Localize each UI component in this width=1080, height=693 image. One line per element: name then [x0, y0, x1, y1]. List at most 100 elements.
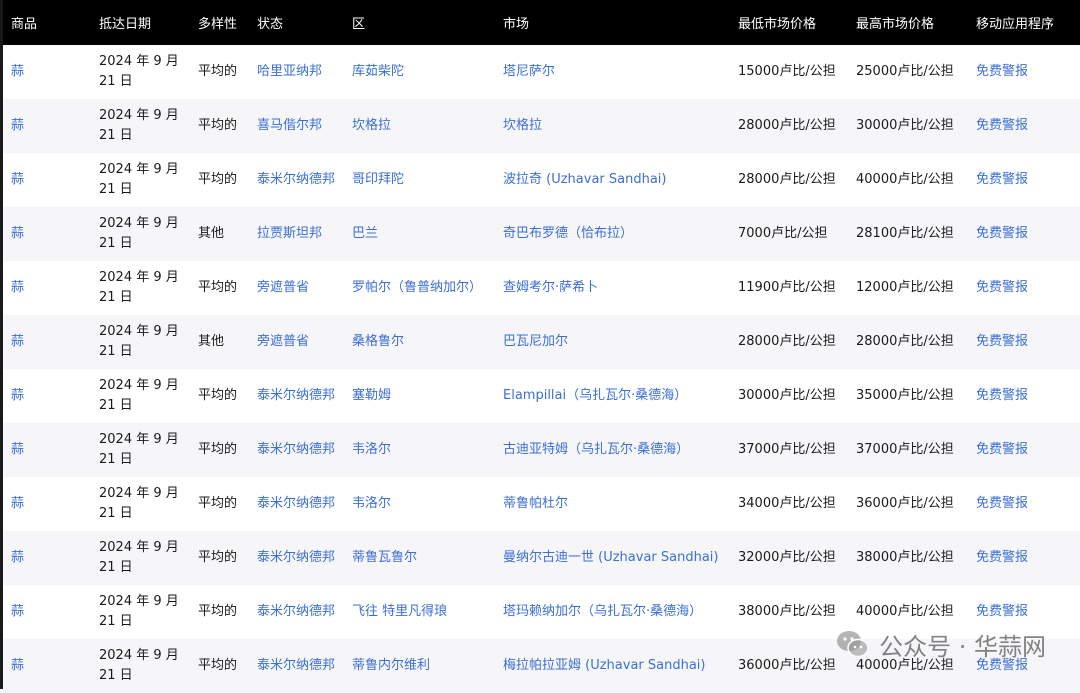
variety-cell: 平均的 — [190, 153, 249, 207]
variety-cell: 其他 — [190, 207, 249, 261]
free-alert-link[interactable]: 免费警报 — [976, 388, 1028, 403]
state-link[interactable]: 泰米尔纳德邦 — [257, 172, 335, 187]
free-alert-link[interactable]: 免费警报 — [976, 118, 1028, 133]
district-link[interactable]: 哥印拜陀 — [352, 172, 404, 187]
commodity-link[interactable]: 蒜 — [11, 226, 24, 241]
state-link[interactable]: 喜马偕尔邦 — [257, 118, 322, 133]
district-link[interactable]: 桑格鲁尔 — [352, 334, 404, 349]
free-alert-link[interactable]: 免费警报 — [976, 172, 1028, 187]
free-alert-link[interactable]: 免费警报 — [976, 442, 1028, 457]
commodity-link[interactable]: 蒜 — [11, 172, 24, 187]
state-link[interactable]: 泰米尔纳德邦 — [257, 550, 335, 565]
arrival-date-text: 21 日 — [99, 668, 133, 683]
market-link[interactable]: 塔玛赖纳加尔（乌扎瓦尔·桑德海） — [503, 604, 702, 619]
district-link[interactable]: 库茹柴陀 — [352, 64, 404, 79]
state-link[interactable]: 泰米尔纳德邦 — [257, 496, 335, 511]
state-link[interactable]: 泰米尔纳德邦 — [257, 658, 335, 673]
district-link[interactable]: 蒂鲁内尔维利 — [352, 658, 430, 673]
free-alert-cell: 免费警报 — [968, 153, 1080, 207]
free-alert-link[interactable]: 免费警报 — [976, 226, 1028, 241]
district-link[interactable]: 坎格拉 — [352, 118, 391, 133]
state-link[interactable]: 泰米尔纳德邦 — [257, 442, 335, 457]
min-price-cell: 28000卢比/公担 — [738, 118, 836, 133]
commodity-link[interactable]: 蒜 — [11, 604, 24, 619]
free-alert-link[interactable]: 免费警报 — [976, 334, 1028, 349]
state-link[interactable]: 旁遮普省 — [257, 280, 309, 295]
max-price-cell: 40000卢比/公担 — [848, 153, 968, 207]
commodity-link[interactable]: 蒜 — [11, 496, 24, 511]
min-price-cell: 36000卢比/公担 — [730, 639, 848, 693]
table-row: 蒜 2024 年 9 月 21 日 平均的 泰米尔纳德邦 蒂鲁内尔维利 梅拉帕拉亚姆 (Uz… — [3, 639, 1080, 693]
commodity-link[interactable]: 蒜 — [11, 64, 24, 79]
min-price-cell: 28000卢比/公担 — [738, 334, 836, 349]
district-link[interactable]: 飞往 特里凡得琅 — [352, 604, 447, 619]
state-link[interactable]: 哈里亚纳邦 — [257, 64, 322, 79]
market-cell: 波拉奇 (Uzhavar Sandhai) — [495, 153, 730, 207]
free-alert-link[interactable]: 免费警报 — [976, 658, 1028, 673]
free-alert-link[interactable]: 免费警报 — [976, 604, 1028, 619]
arrival-date-cell: 2024 年 9 月 21 日 — [91, 585, 190, 639]
commodity-link[interactable]: 蒜 — [11, 658, 24, 673]
market-link[interactable]: 波拉奇 (Uzhavar Sandhai) — [503, 172, 666, 187]
state-link[interactable]: 拉贾斯坦邦 — [257, 226, 322, 241]
arrival-date-text: 2024 年 9 月 — [99, 324, 179, 339]
state-cell: 泰米尔纳德邦 — [249, 153, 344, 207]
variety-cell: 平均的 — [190, 261, 249, 315]
market-link[interactable]: 奇巴布罗德（恰布拉） — [503, 226, 633, 241]
arrival-date-text: 2024 年 9 月 — [99, 54, 179, 69]
free-alert-link[interactable]: 免费警报 — [976, 550, 1028, 565]
commodity-link[interactable]: 蒜 — [11, 442, 24, 457]
min-price-cell: 7000卢比/公担 — [738, 226, 828, 241]
state-link[interactable]: 旁遮普省 — [257, 334, 309, 349]
arrival-date-cell: 2024 年 9 月 21 日 — [91, 423, 190, 477]
free-alert-link[interactable]: 免费警报 — [976, 280, 1028, 295]
district-link[interactable]: 罗帕尔（鲁普纳加尔） — [352, 280, 482, 295]
max-price-cell: 12000卢比/公担 — [856, 280, 954, 295]
market-cell: 蒂鲁帕杜尔 — [495, 477, 730, 531]
commodity-link[interactable]: 蒜 — [11, 334, 24, 349]
market-link[interactable]: Elampillai（乌扎瓦尔·桑德海） — [503, 388, 687, 403]
market-link[interactable]: 坎格拉 — [503, 118, 542, 133]
commodity-link[interactable]: 蒜 — [11, 388, 24, 403]
district-link[interactable]: 塞勒姆 — [352, 388, 391, 403]
min-price-cell: 11900卢比/公担 — [730, 261, 848, 315]
table-header-row: 商品 抵达日期 多样性 状态 区 市场 最低市场价格 最高市场价格 移动应用程序 — [3, 0, 1080, 45]
market-link[interactable]: 查姆考尔·萨希卜 — [503, 280, 598, 295]
table-row: 蒜 2024 年 9 月 21 日 其他 拉贾斯坦邦 巴兰 奇巴布罗德（恰布拉） 7000卢比… — [3, 207, 1080, 261]
district-link[interactable]: 巴兰 — [352, 226, 378, 241]
max-price-cell: 40000卢比/公担 — [856, 658, 954, 673]
table-row: 蒜 2024 年 9 月 21 日 平均的 泰米尔纳德邦 哥印拜陀 波拉奇 (Uzhavar… — [3, 153, 1080, 207]
free-alert-link[interactable]: 免费警报 — [976, 496, 1028, 511]
market-cell: 古迪亚特姆（乌扎瓦尔·桑德海） — [495, 423, 730, 477]
district-link[interactable]: 韦洛尔 — [352, 496, 391, 511]
max-price-cell: 25000卢比/公担 — [848, 45, 968, 99]
free-alert-cell: 免费警报 — [968, 369, 1080, 423]
arrival-date-text: 21 日 — [99, 452, 133, 467]
commodity-link[interactable]: 蒜 — [11, 280, 24, 295]
district-link[interactable]: 蒂鲁瓦鲁尔 — [352, 550, 417, 565]
district-link[interactable]: 韦洛尔 — [352, 442, 391, 457]
arrival-date-text: 21 日 — [99, 506, 133, 521]
market-link[interactable]: 蒂鲁帕杜尔 — [503, 496, 568, 511]
market-link[interactable]: 梅拉帕拉亚姆 (Uzhavar Sandhai) — [503, 658, 705, 673]
commodity-link[interactable]: 蒜 — [11, 118, 24, 133]
min-price-cell: 30000卢比/公担 — [738, 388, 836, 403]
market-link[interactable]: 曼纳尔古迪一世 (Uzhavar Sandhai) — [503, 550, 718, 565]
min-price-cell: 38000卢比/公担 — [730, 585, 848, 639]
market-cell: 坎格拉 — [495, 99, 730, 153]
market-link[interactable]: 巴瓦尼加尔 — [503, 334, 568, 349]
state-link[interactable]: 泰米尔纳德邦 — [257, 388, 335, 403]
arrival-date-text: 21 日 — [99, 614, 133, 629]
commodity-cell: 蒜 — [3, 585, 91, 639]
district-cell: 韦洛尔 — [344, 477, 495, 531]
free-alert-link[interactable]: 免费警报 — [976, 64, 1028, 79]
district-cell: 坎格拉 — [344, 99, 495, 153]
arrival-date-cell: 2024 年 9 月 21 日 — [91, 45, 190, 99]
state-link[interactable]: 泰米尔纳德邦 — [257, 604, 335, 619]
market-link[interactable]: 古迪亚特姆（乌扎瓦尔·桑德海） — [503, 442, 689, 457]
market-link[interactable]: 塔尼萨尔 — [503, 64, 555, 79]
district-cell: 罗帕尔（鲁普纳加尔） — [344, 261, 495, 315]
commodity-link[interactable]: 蒜 — [11, 550, 24, 565]
min-price-cell: 28000卢比/公担 — [738, 172, 836, 187]
market-cell: 塔玛赖纳加尔（乌扎瓦尔·桑德海） — [495, 585, 730, 639]
